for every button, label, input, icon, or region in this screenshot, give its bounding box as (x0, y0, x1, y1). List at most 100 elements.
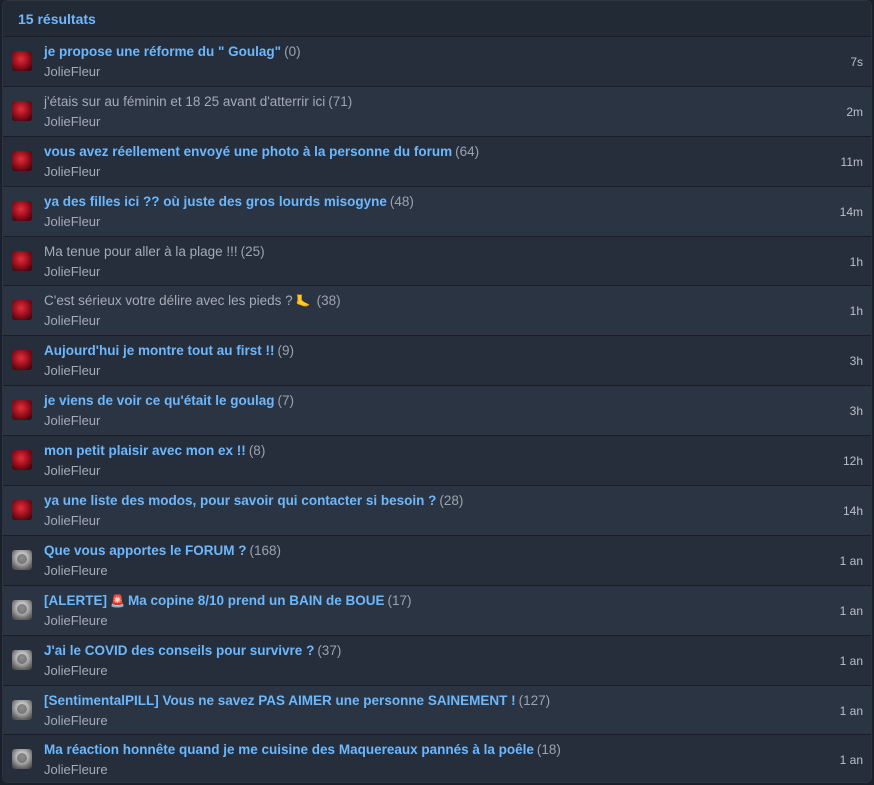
avatar-rose-avatar[interactable] (12, 300, 32, 321)
topic-row[interactable]: C'est sérieux votre délire avec les pied… (3, 285, 871, 336)
topic-title-line: Que vous apportes le FORUM ? (168) (44, 543, 281, 559)
topic-title-line: ya une liste des modos, pour savoir qui … (44, 493, 463, 509)
topic-title-line: Ma tenue pour aller à la plage !!! (25) (44, 244, 265, 260)
topic-time: 1 an (839, 753, 863, 768)
topic-title-link[interactable]: j'étais sur au féminin et 18 25 avant d'… (44, 94, 325, 109)
reply-count: (18) (536, 742, 561, 758)
topic-author[interactable]: JolieFleur (44, 164, 100, 179)
topic-time: 7s (850, 55, 863, 69)
topic-row[interactable]: J'ai le COVID des conseils pour survivre… (3, 634, 871, 685)
avatar-rose-avatar[interactable] (12, 400, 32, 421)
siren-emoji-icon: 🚨 (110, 593, 125, 608)
topic-row[interactable]: Aujourd'hui je montre tout au first !! (9… (3, 335, 871, 386)
topic-time: 1 an (839, 603, 863, 618)
topic-row[interactable]: j'étais sur au féminin et 18 25 avant d'… (3, 85, 871, 136)
topic-row[interactable]: [ALERTE] 🚨 Ma copine 8/10 prend un BAIN de… (3, 584, 871, 635)
topic-title-line: je viens de voir ce qu'était le goulag (7… (44, 393, 294, 409)
topic-author[interactable]: JolieFleure (44, 663, 108, 678)
topic-author[interactable]: JolieFleur (44, 413, 100, 428)
topic-title-line: Aujourd'hui je montre tout au first !! (9… (44, 343, 294, 359)
topic-time: 14m (839, 204, 863, 219)
topic-title-link[interactable]: ya des filles ici ?? où juste des gros l… (44, 194, 387, 209)
avatar-gray-avatar[interactable] (12, 599, 32, 620)
topic-author[interactable]: JolieFleur (44, 64, 100, 79)
topic-title-line: vous avez réellement envoyé une photo à … (44, 144, 479, 160)
topic-title-link[interactable]: Aujourd'hui je montre tout au first !! (44, 343, 274, 358)
avatar-rose-avatar[interactable] (12, 200, 32, 221)
topic-title-link[interactable]: je viens de voir ce qu'était le goulag (44, 393, 275, 408)
reply-count: (127) (518, 692, 551, 708)
topic-author[interactable]: JolieFleur (44, 463, 100, 478)
topic-author[interactable]: JolieFleur (44, 264, 100, 279)
topic-author[interactable]: JolieFleure (44, 613, 108, 628)
results-header: 15 résultats (3, 1, 871, 36)
topic-title-line: mon petit plaisir avec mon ex !! (8) (44, 443, 265, 459)
topic-title-line: Ma réaction honnête quand je me cuisine … (44, 742, 561, 758)
topic-row[interactable]: mon petit plaisir avec mon ex !! (8) Jolie… (3, 435, 871, 486)
topic-author[interactable]: JolieFleur (44, 214, 100, 229)
reply-count: (8) (248, 443, 266, 459)
topic-row[interactable]: Que vous apportes le FORUM ? (168) JolieFl… (3, 534, 871, 585)
avatar-rose-avatar[interactable] (12, 51, 32, 71)
reply-count: (28) (439, 493, 464, 509)
topic-time: 1h (849, 254, 863, 269)
reply-count: (71) (328, 93, 353, 109)
topic-row[interactable]: je propose une réforme du " Goulag" (0) Jo… (3, 36, 871, 86)
topic-time: 1 an (839, 553, 863, 568)
topic-title-link[interactable]: ya une liste des modos, pour savoir qui … (44, 493, 436, 508)
topic-title-line: je propose une réforme du " Goulag" (0) (44, 44, 301, 60)
topic-time: 1 an (839, 703, 863, 718)
avatar-rose-avatar[interactable] (12, 450, 32, 471)
topic-title-prefix[interactable]: [ALERTE] (44, 593, 107, 608)
reply-count: (17) (387, 592, 412, 608)
topic-title-link[interactable]: vous avez réellement envoyé une photo à … (44, 144, 452, 159)
avatar-gray-avatar[interactable] (12, 699, 32, 720)
topic-row[interactable]: vous avez réellement envoyé une photo à … (3, 135, 871, 186)
reply-count: (0) (284, 44, 301, 59)
topic-title-link[interactable]: Ma réaction honnête quand je me cuisine … (44, 742, 534, 757)
avatar-gray-avatar[interactable] (12, 649, 32, 670)
topic-time: 11m (840, 154, 863, 169)
reply-count: (9) (277, 343, 294, 359)
topic-author[interactable]: JolieFleure (44, 563, 108, 578)
reply-count: (7) (277, 393, 295, 409)
topic-author[interactable]: JolieFleur (44, 363, 100, 378)
avatar-rose-avatar[interactable] (12, 350, 32, 371)
topic-row[interactable]: Ma réaction honnête quand je me cuisine … (3, 734, 871, 782)
topic-row[interactable]: [SentimentalPILL] Vous ne savez PAS AIME… (3, 684, 871, 735)
topic-time: 14h (842, 504, 863, 519)
topic-author[interactable]: JolieFleure (44, 713, 108, 728)
avatar-gray-avatar[interactable] (12, 549, 32, 570)
reply-count: (168) (249, 542, 282, 558)
topic-time: 3h (849, 354, 863, 369)
topic-row[interactable]: ya des filles ici ?? où juste des gros l… (3, 185, 871, 236)
topic-title-link[interactable]: J'ai le COVID des conseils pour survivre… (44, 643, 314, 658)
topic-title-link[interactable]: C'est sérieux votre délire avec les pied… (44, 293, 293, 308)
avatar-rose-avatar[interactable] (12, 100, 32, 121)
avatar-rose-avatar[interactable] (12, 500, 32, 521)
topic-row[interactable]: je viens de voir ce qu'était le goulag (7… (3, 385, 871, 436)
topic-title-link[interactable]: Que vous apportes le FORUM ? (44, 543, 247, 558)
topic-author[interactable]: JolieFleur (44, 114, 100, 129)
topic-title-link[interactable]: [SentimentalPILL] Vous ne savez PAS AIME… (44, 693, 516, 708)
search-results-panel: 15 résultats je propose une réforme du "… (2, 0, 872, 783)
avatar-gray-avatar[interactable] (12, 749, 32, 770)
topic-time: 12h (842, 454, 863, 469)
topic-title-line: [ALERTE] 🚨 Ma copine 8/10 prend un BAIN de… (44, 593, 412, 609)
topic-author[interactable]: JolieFleur (44, 513, 100, 528)
topic-time: 3h (849, 404, 863, 419)
avatar-rose-avatar[interactable] (12, 150, 32, 171)
topic-title-link[interactable]: Ma tenue pour aller à la plage !!! (44, 244, 238, 259)
topic-title-link[interactable]: Ma copine 8/10 prend un BAIN de BOUE (128, 593, 385, 608)
topic-author[interactable]: JolieFleure (44, 762, 108, 777)
topic-title-link[interactable]: je propose une réforme du " Goulag" (44, 44, 281, 59)
foot-emoji-icon: 🦶 (295, 294, 311, 309)
topic-title-link[interactable]: mon petit plaisir avec mon ex !! (44, 443, 246, 458)
topic-author[interactable]: JolieFleur (44, 313, 100, 328)
topic-row[interactable]: Ma tenue pour aller à la plage !!! (25) Jo… (3, 235, 871, 286)
reply-count: (38) (316, 293, 341, 309)
avatar-rose-avatar[interactable] (12, 250, 32, 271)
reply-count: (48) (389, 193, 414, 209)
results-count: 15 résultats (18, 10, 96, 27)
topic-row[interactable]: ya une liste des modos, pour savoir qui … (3, 485, 871, 535)
